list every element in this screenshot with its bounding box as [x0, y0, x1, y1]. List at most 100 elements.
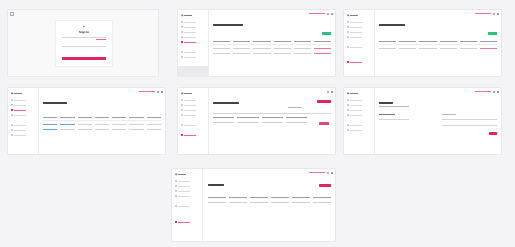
login-password-field[interactable]: [62, 46, 106, 47]
add-button[interactable]: [488, 32, 497, 35]
notification-icon[interactable]: [493, 12, 495, 15]
page-title: [379, 24, 405, 26]
sidebar-item[interactable]: [11, 104, 26, 106]
filter-label: [288, 107, 302, 108]
sidebar-item[interactable]: [11, 124, 26, 126]
login-submit-button[interactable]: [62, 57, 106, 60]
topbar: [374, 10, 501, 19]
sidebar-item[interactable]: [181, 56, 196, 58]
screen-settings: ▣ ▬▬▬: [344, 88, 501, 154]
sidebar-item-active[interactable]: [347, 61, 362, 63]
sidebar-footer: [178, 66, 208, 76]
sidebar-item[interactable]: [347, 124, 362, 126]
sidebar-item-active[interactable]: [181, 41, 196, 43]
avatar[interactable]: [331, 90, 333, 93]
notification-icon[interactable]: [327, 12, 329, 15]
add-button[interactable]: [319, 184, 331, 187]
sidebar-item[interactable]: [175, 185, 190, 187]
sidebar-item[interactable]: [181, 21, 196, 23]
sidebar: ▣ ▬▬▬: [344, 10, 375, 76]
user-menu[interactable]: [475, 13, 491, 15]
sidebar-item[interactable]: [181, 109, 196, 111]
sidebar-item[interactable]: [347, 26, 362, 28]
sidebar-brand: ▣ ▬▬▬: [347, 92, 358, 95]
table-row[interactable]: [213, 121, 307, 123]
sidebar-item[interactable]: [181, 104, 196, 106]
field-label: [442, 114, 456, 115]
avatar[interactable]: [161, 90, 163, 93]
login-username-field[interactable]: [62, 37, 106, 38]
sidebar-item[interactable]: [175, 190, 190, 192]
sidebar-item[interactable]: [347, 109, 362, 111]
user-menu[interactable]: [139, 91, 155, 93]
login-title: Sign In: [79, 30, 89, 34]
sidebar-item[interactable]: [347, 104, 362, 106]
primary-action-button[interactable]: [317, 100, 331, 103]
notification-icon[interactable]: [327, 171, 329, 174]
sidebar-item[interactable]: [11, 99, 26, 101]
screen-login: ▣ Sign In: [8, 10, 158, 76]
table-header: [213, 40, 332, 42]
sidebar-item[interactable]: [181, 124, 196, 126]
avatar[interactable]: [331, 171, 333, 174]
screen-detail: ▣ ▬▬▬: [178, 88, 335, 154]
save-button[interactable]: [489, 132, 497, 135]
screen-list-2: ▣ ▬▬▬: [344, 10, 501, 76]
sidebar: ▣ ▬▬▬: [344, 88, 375, 154]
sidebar-item[interactable]: [181, 99, 196, 101]
avatar[interactable]: [331, 12, 333, 15]
sidebar-item-active[interactable]: [11, 109, 26, 111]
forgot-link[interactable]: [96, 39, 106, 40]
sidebar-brand: ▣ ▬▬▬: [347, 14, 358, 17]
sidebar-item[interactable]: [347, 21, 362, 23]
notification-icon[interactable]: [327, 90, 329, 93]
sidebar-item[interactable]: [181, 36, 196, 38]
topbar: [374, 88, 501, 97]
sidebar-item[interactable]: [11, 129, 26, 131]
avatar[interactable]: [497, 12, 499, 15]
sidebar-item[interactable]: [11, 114, 26, 116]
sidebar-item[interactable]: [181, 114, 196, 116]
table-header: [43, 116, 161, 118]
sidebar: ▣ ▬▬▬: [172, 169, 203, 241]
form-field[interactable]: [442, 125, 497, 126]
form-field[interactable]: [442, 119, 497, 120]
save-button[interactable]: [319, 122, 329, 125]
sidebar-item[interactable]: [347, 99, 362, 101]
notification-icon[interactable]: [157, 90, 159, 93]
table-row[interactable]: [208, 201, 331, 203]
user-menu[interactable]: [309, 172, 325, 174]
sidebar-item[interactable]: [347, 114, 362, 116]
data-table: [379, 40, 498, 70]
data-table: [43, 116, 161, 146]
form-field[interactable]: [379, 119, 409, 120]
table-row[interactable]: [379, 47, 498, 49]
user-menu[interactable]: [475, 91, 491, 93]
sidebar-item-active[interactable]: [181, 134, 196, 136]
sidebar-item[interactable]: [175, 180, 190, 182]
sidebar-item[interactable]: [175, 205, 190, 207]
sidebar-item[interactable]: [347, 129, 362, 131]
sidebar-item-active[interactable]: [175, 221, 190, 223]
screen-list-3: ▣ ▬▬▬: [172, 169, 335, 241]
notification-icon[interactable]: [493, 90, 495, 93]
sidebar-item[interactable]: [181, 26, 196, 28]
divider: [213, 113, 331, 114]
sidebar-item[interactable]: [347, 46, 362, 48]
sidebar-item[interactable]: [181, 31, 196, 33]
sidebar-item[interactable]: [347, 31, 362, 33]
sidebar-item[interactable]: [11, 134, 26, 136]
sidebar-item[interactable]: [181, 51, 196, 53]
sidebar-item[interactable]: [347, 36, 362, 38]
sidebar-brand: ▣ ▬▬▬: [175, 173, 186, 176]
table-header: [213, 116, 307, 118]
table-row[interactable]: [213, 47, 332, 49]
section-title: [379, 114, 395, 115]
table-row[interactable]: [43, 128, 161, 130]
table-row[interactable]: [43, 123, 161, 125]
add-button[interactable]: [322, 32, 331, 35]
sidebar-item[interactable]: [175, 195, 190, 197]
avatar[interactable]: [497, 90, 499, 93]
user-menu[interactable]: [309, 13, 325, 15]
table-row[interactable]: [213, 52, 332, 54]
